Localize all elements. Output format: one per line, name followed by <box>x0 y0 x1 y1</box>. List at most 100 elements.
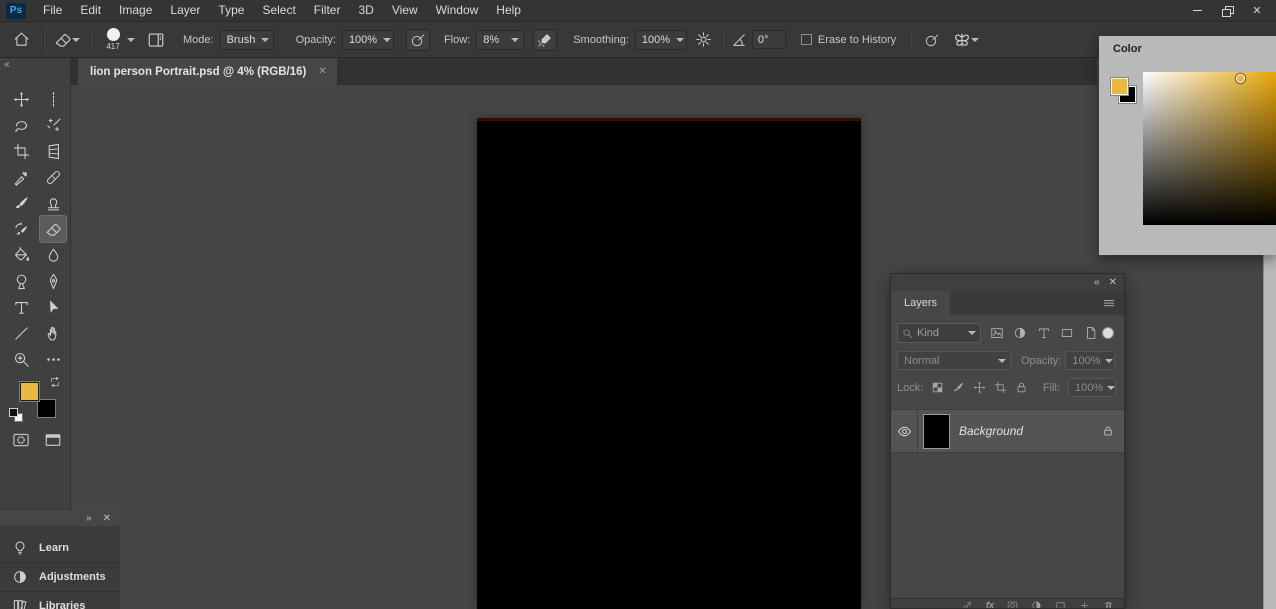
airbrush-button[interactable] <box>533 28 558 51</box>
history-brush-tool[interactable] <box>8 216 34 242</box>
filter-shape-layers-button[interactable] <box>1055 324 1078 342</box>
pressure-size-button[interactable] <box>920 29 944 51</box>
link-layers-icon[interactable] <box>962 600 973 608</box>
filter-pixel-layers-button[interactable] <box>985 324 1008 342</box>
lasso-tool[interactable] <box>8 112 34 138</box>
menu-edit[interactable]: Edit <box>71 0 110 21</box>
quick-selection-tool[interactable] <box>40 112 66 138</box>
mode-dropdown[interactable]: Brush <box>219 29 274 50</box>
line-tool[interactable] <box>8 320 34 346</box>
close-panel-icon[interactable]: ✕ <box>1109 277 1117 288</box>
close-panel-icon[interactable]: ✕ <box>103 512 111 526</box>
lock-all-icon[interactable] <box>1015 381 1028 394</box>
expand-panels-icon[interactable]: » <box>86 512 92 526</box>
path-selection-tool[interactable] <box>40 294 66 320</box>
panel-libraries[interactable]: Libraries <box>0 592 120 609</box>
layer-effects-icon[interactable]: fx <box>986 600 994 608</box>
brush-size-picker[interactable]: 417 <box>101 28 125 51</box>
panel-menu-icon[interactable] <box>1102 296 1116 310</box>
flow-dropdown[interactable]: 8% <box>476 29 525 50</box>
blend-mode-dropdown[interactable]: Normal <box>897 351 1011 370</box>
default-colors-button[interactable] <box>9 408 24 423</box>
pressure-opacity-button[interactable] <box>405 28 430 51</box>
panel-adjustments[interactable]: Adjustments <box>0 563 120 592</box>
type-tool[interactable] <box>8 294 34 320</box>
paint-bucket-tool[interactable] <box>8 242 34 268</box>
minimize-button[interactable] <box>1182 0 1212 21</box>
screen-mode-button[interactable] <box>44 431 62 449</box>
eraser-tool[interactable] <box>39 215 67 243</box>
menu-window[interactable]: Window <box>427 0 488 21</box>
gear-icon[interactable] <box>695 31 712 48</box>
opacity-dropdown[interactable]: 100% <box>341 29 394 50</box>
adjustment-layer-icon[interactable] <box>1031 600 1042 608</box>
layer-thumbnail[interactable] <box>923 413 950 449</box>
lock-transparency-icon[interactable] <box>931 381 944 394</box>
symmetry-button[interactable] <box>953 31 980 49</box>
clone-stamp-tool[interactable] <box>40 190 66 216</box>
crop-tool[interactable] <box>8 138 34 164</box>
menu-image[interactable]: Image <box>110 0 161 21</box>
layer-lock-icon[interactable] <box>1102 425 1114 437</box>
document-tab[interactable]: lion person Portrait.psd @ 4% (RGB/16) ✕ <box>78 58 337 85</box>
brush-panel-toggle-icon[interactable] <box>147 31 165 49</box>
quick-mask-button[interactable] <box>12 431 30 449</box>
document-canvas[interactable] <box>477 118 861 609</box>
single-column-marquee-tool[interactable] <box>40 86 66 112</box>
color-foreground-swatch[interactable] <box>1110 77 1129 96</box>
filter-smart-objects-button[interactable] <box>1079 324 1102 342</box>
filter-type-layers-button[interactable] <box>1032 324 1055 342</box>
menu-view[interactable]: View <box>383 0 427 21</box>
lock-paint-icon[interactable] <box>952 381 965 394</box>
tab-close-icon[interactable]: ✕ <box>318 66 326 77</box>
home-icon[interactable] <box>13 31 30 48</box>
menu-select[interactable]: Select <box>253 0 304 21</box>
layer-opacity-dropdown[interactable]: 100% <box>1065 351 1116 370</box>
edit-toolbar-button[interactable] <box>40 346 66 372</box>
color-picker-ring[interactable] <box>1236 74 1245 83</box>
filter-kind-dropdown[interactable]: Kind <box>897 323 982 343</box>
smoothing-dropdown[interactable]: 100% <box>634 29 687 50</box>
foreground-color-swatch[interactable] <box>19 381 40 402</box>
perspective-crop-tool[interactable] <box>40 138 66 164</box>
swap-colors-icon[interactable] <box>49 376 61 388</box>
blur-tool[interactable] <box>40 242 66 268</box>
menu-help[interactable]: Help <box>487 0 530 21</box>
eyedropper-tool[interactable] <box>8 164 34 190</box>
new-layer-icon[interactable] <box>1079 600 1090 608</box>
color-ramp[interactable] <box>1143 72 1276 225</box>
background-color-swatch[interactable] <box>37 399 56 418</box>
filter-adjustment-layers-button[interactable] <box>1009 324 1032 342</box>
filtering-toggle[interactable] <box>1102 327 1115 339</box>
hand-tool[interactable] <box>40 320 66 346</box>
brush-angle-field[interactable]: 0° <box>751 30 786 49</box>
chevron-down-icon[interactable] <box>127 37 135 46</box>
close-button[interactable]: ✕ <box>1242 0 1272 21</box>
layer-mask-icon[interactable] <box>1007 600 1018 608</box>
erase-to-history-checkbox[interactable] <box>800 34 812 45</box>
brush-tool[interactable] <box>8 190 34 216</box>
layer-name[interactable]: Background <box>959 424 1023 438</box>
fill-dropdown[interactable]: 100% <box>1068 378 1116 397</box>
collapse-panel-icon[interactable]: « <box>1094 277 1100 288</box>
delete-layer-icon[interactable] <box>1103 600 1114 608</box>
dodge-tool[interactable] <box>8 268 34 294</box>
menu-file[interactable]: File <box>34 0 71 21</box>
healing-brush-tool[interactable] <box>40 164 66 190</box>
menu-layer[interactable]: Layer <box>161 0 209 21</box>
move-tool[interactable] <box>8 86 34 112</box>
pen-tool[interactable] <box>40 268 66 294</box>
collapse-toolbar-icon[interactable]: « <box>4 59 10 70</box>
menu-filter[interactable]: Filter <box>305 0 350 21</box>
lock-artboard-icon[interactable] <box>994 381 1007 394</box>
zoom-tool[interactable] <box>8 346 34 372</box>
panel-learn[interactable]: Learn <box>0 534 120 563</box>
restore-button[interactable] <box>1212 0 1242 21</box>
layer-visibility-toggle[interactable] <box>891 410 918 452</box>
menu-3d[interactable]: 3D <box>349 0 382 21</box>
layer-row-background[interactable]: Background <box>891 409 1124 453</box>
menu-type[interactable]: Type <box>209 0 253 21</box>
tool-preset-picker[interactable] <box>54 31 80 49</box>
lock-position-icon[interactable] <box>973 381 986 394</box>
new-group-icon[interactable] <box>1055 600 1066 608</box>
